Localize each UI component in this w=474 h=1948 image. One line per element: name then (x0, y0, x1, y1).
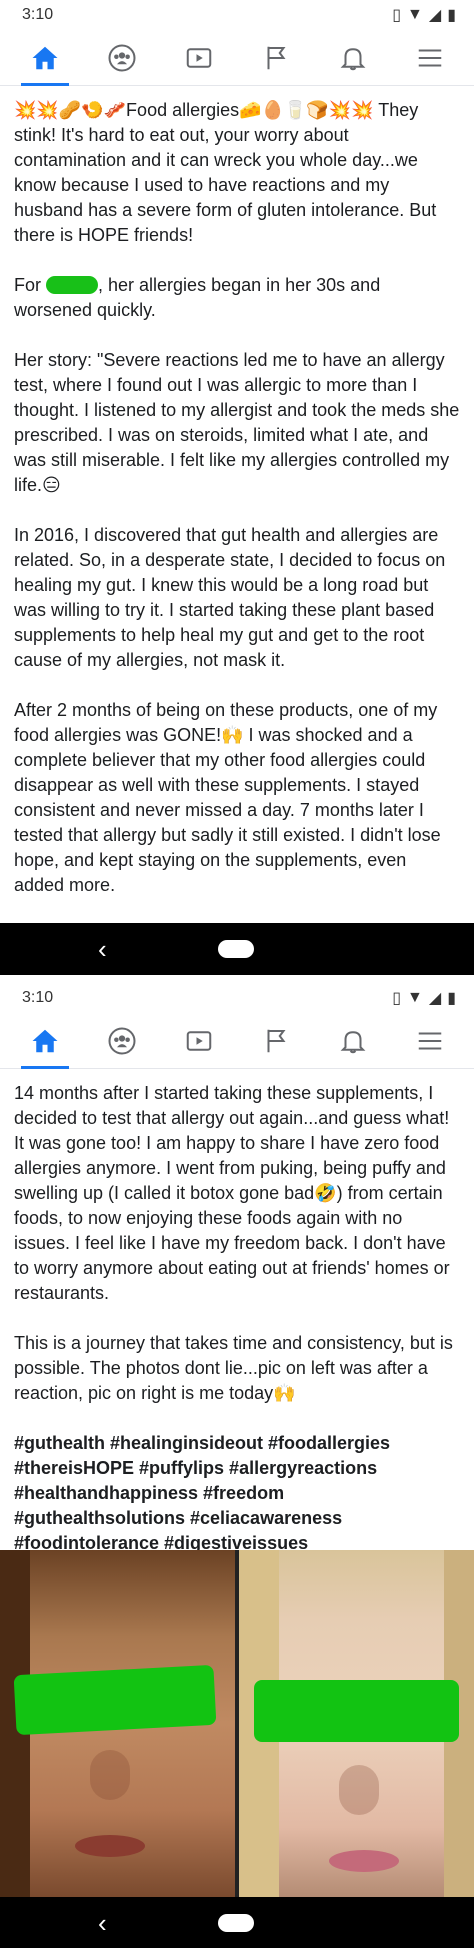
nav-home[interactable] (15, 1016, 75, 1069)
status-icons: ▯ ▼ ◢ ▮ (392, 988, 456, 1008)
photo-lips (329, 1850, 399, 1872)
screenshot-1: 3:10 ▯ ▼ ◢ ▮ 💥💥🥜🍤🥓Food allergies🧀🥚🥛🍞💥💥 T… (0, 0, 474, 975)
vibrate-icon: ▯ (392, 7, 402, 24)
pages-flag-icon (267, 1029, 285, 1052)
home-button[interactable] (218, 940, 254, 958)
groups-icon (108, 1027, 135, 1054)
nav-watch[interactable] (169, 33, 229, 83)
screenshot-2: 3:10 ▯ ▼ ◢ ▮ 14 months after I started t… (0, 975, 474, 1948)
redaction-bar (254, 1680, 459, 1742)
post-paragraph: After 2 months of being on these product… (14, 700, 441, 895)
home-icon (32, 46, 57, 69)
signal-icon: ◢ (428, 7, 442, 24)
status-bar: 3:10 ▯ ▼ ◢ ▮ (0, 0, 474, 30)
home-icon (32, 1029, 57, 1052)
groups-icon (108, 44, 135, 71)
nav-pages[interactable] (246, 33, 306, 83)
post-paragraph: For , her allergies began in her 30s and… (14, 273, 460, 323)
post-paragraph: Her story: "Severe reactions led me to h… (14, 350, 460, 495)
notifications-bell-icon (340, 1030, 365, 1053)
after-photo[interactable] (239, 1550, 474, 1897)
nav-menu[interactable] (400, 1016, 460, 1066)
post-text-fragment: For (14, 275, 47, 295)
battery-icon: ▮ (447, 7, 456, 24)
android-nav-bar: ‹ (0, 1897, 474, 1948)
status-icons: ▯ ▼ ◢ ▮ (392, 5, 456, 25)
before-after-photos[interactable] (0, 1550, 474, 1897)
signal-icon: ◢ (428, 990, 442, 1007)
back-button[interactable]: ‹ (98, 1897, 107, 1948)
post-paragraph: 14 months after I started taking these s… (14, 1083, 450, 1303)
post-body: 14 months after I started taking these s… (0, 1069, 474, 1406)
facebook-nav-bar (0, 30, 474, 86)
hashtags[interactable]: #guthealth #healinginsideout #foodallerg… (0, 1431, 474, 1556)
nav-groups[interactable] (92, 1016, 152, 1066)
post-paragraph: 💥💥🥜🍤🥓Food allergies🧀🥚🥛🍞💥💥 They stink! It… (14, 100, 437, 245)
nav-pages[interactable] (246, 1016, 306, 1066)
android-nav-bar: ‹ (0, 923, 474, 975)
nav-menu[interactable] (400, 33, 460, 83)
redacted-name (46, 276, 99, 294)
photo-nose (90, 1750, 130, 1800)
nav-watch[interactable] (169, 1016, 229, 1066)
nav-notifications[interactable] (323, 33, 383, 83)
menu-icon (418, 1032, 441, 1049)
nav-notifications[interactable] (323, 1016, 383, 1066)
before-photo[interactable] (0, 1550, 235, 1897)
back-button[interactable]: ‹ (98, 923, 107, 975)
watch-icon (186, 1030, 211, 1051)
post-paragraph: In 2016, I discovered that gut health an… (14, 525, 446, 670)
facebook-nav-bar (0, 1013, 474, 1069)
status-time: 3:10 (22, 989, 54, 1006)
wifi-icon: ▼ (407, 6, 423, 23)
status-bar: 3:10 ▯ ▼ ◢ ▮ (0, 983, 474, 1013)
pages-flag-icon (267, 46, 285, 69)
redaction-bar (13, 1664, 217, 1736)
vibrate-icon: ▯ (392, 990, 402, 1007)
battery-icon: ▮ (447, 990, 456, 1007)
wifi-icon: ▼ (407, 989, 423, 1006)
photo-nose (339, 1765, 379, 1815)
notifications-bell-icon (340, 47, 365, 70)
post-body: 💥💥🥜🍤🥓Food allergies🧀🥚🥛🍞💥💥 They stink! It… (0, 86, 474, 898)
nav-groups[interactable] (92, 33, 152, 83)
menu-icon (418, 49, 441, 66)
watch-icon (186, 47, 211, 68)
post-paragraph: This is a journey that takes time and co… (14, 1333, 453, 1403)
photo-lips (75, 1835, 145, 1857)
home-button[interactable] (218, 1914, 254, 1932)
nav-home[interactable] (15, 33, 75, 86)
status-time: 3:10 (22, 6, 54, 23)
